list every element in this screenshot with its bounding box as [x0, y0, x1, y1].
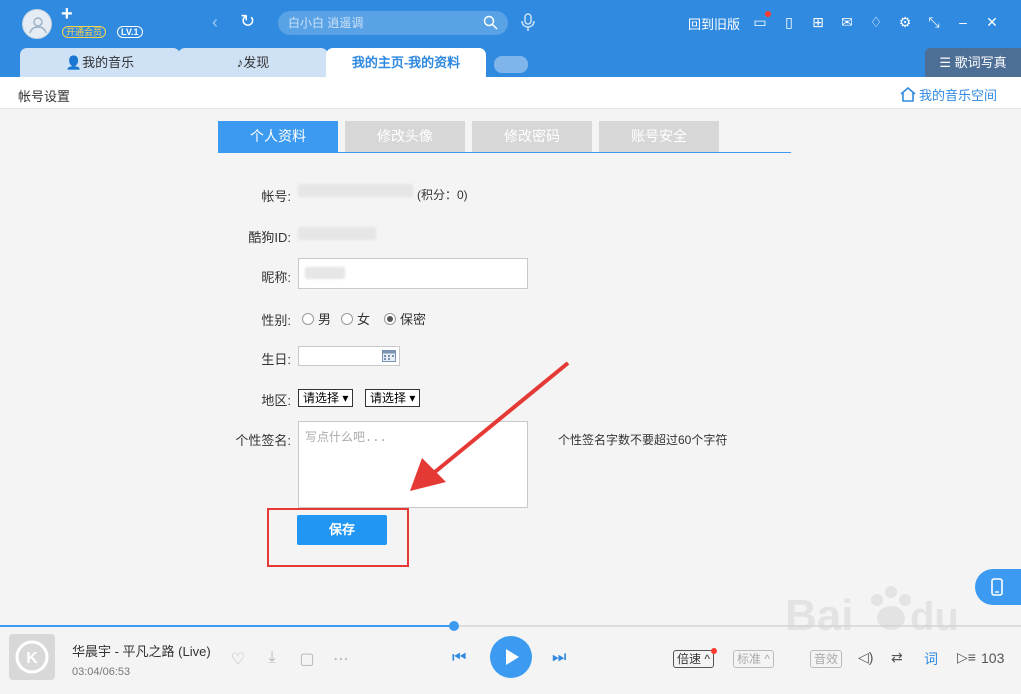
- tab-change-password[interactable]: 修改密码: [472, 121, 592, 152]
- user-avatar[interactable]: [22, 9, 52, 39]
- gender-secret-label: 保密: [400, 312, 427, 327]
- tab-label: 发现: [243, 55, 270, 70]
- speed-button[interactable]: 倍速 ^: [673, 648, 717, 668]
- gender-radio-group: 男 女 保密: [302, 309, 426, 328]
- user-silhouette-icon: [29, 17, 47, 34]
- add-icon[interactable]: +: [61, 3, 73, 25]
- mobile-sync-button[interactable]: [975, 569, 1021, 605]
- region-label: 地区:: [261, 393, 291, 408]
- calendar-icon[interactable]: [382, 349, 396, 362]
- vip-badge[interactable]: 开通会员: [62, 26, 107, 38]
- account-value-blurred: [298, 184, 413, 197]
- gender-female-radio[interactable]: [341, 312, 354, 325]
- gender-secret-radio[interactable]: [384, 312, 397, 325]
- tab-label: 我的主页-我的资料: [351, 55, 461, 70]
- search-placeholder: 白小白 逍遥调: [288, 16, 364, 30]
- settings-gear-icon[interactable]: ⚙: [897, 13, 913, 31]
- close-icon[interactable]: ✕: [984, 13, 1000, 31]
- person-icon: 👤: [65, 55, 83, 70]
- signature-label: 个性签名:: [235, 433, 291, 448]
- lyrics-icon: ☰: [939, 55, 951, 70]
- kugou-logo-icon: K: [15, 640, 49, 674]
- old-version-link[interactable]: 回到旧版: [688, 14, 740, 33]
- progress-fill: [0, 625, 455, 627]
- svg-text:K: K: [26, 650, 38, 667]
- microphone-icon[interactable]: [520, 12, 536, 32]
- home-icon: [900, 87, 916, 102]
- gender-female-label: 女: [357, 312, 371, 327]
- gender-label: 性别:: [261, 313, 291, 328]
- kugou-id-value-blurred: [298, 227, 376, 240]
- red-highlight-box: [267, 508, 409, 567]
- phone-icon: [991, 578, 1003, 596]
- nickname-input[interactable]: [298, 258, 528, 289]
- playlist-icon[interactable]: ▷≡: [957, 649, 976, 666]
- music-space-label: 我的音乐空间: [919, 88, 998, 103]
- lyrics-photo-label: 歌词写真: [954, 55, 1007, 70]
- gender-male-label: 男: [318, 312, 332, 327]
- signature-hint: 个性签名字数不要超过60个字符: [558, 433, 728, 447]
- tab-change-avatar[interactable]: 修改头像: [345, 121, 465, 152]
- song-time: 03:04/06:53: [72, 666, 131, 678]
- download-icon[interactable]: ⤓: [262, 649, 282, 667]
- tab-my-music[interactable]: 👤我的音乐: [20, 48, 180, 77]
- refresh-icon[interactable]: ↻: [240, 11, 255, 32]
- level-badge[interactable]: LV.1: [117, 26, 143, 38]
- tab-label: 我的音乐: [82, 55, 135, 70]
- tab-personal-info[interactable]: 个人资料: [218, 121, 338, 152]
- notification-dot: [765, 11, 771, 17]
- nickname-value-blurred: [305, 267, 345, 279]
- lyrics-photo-button[interactable]: ☰ 歌词写真: [925, 48, 1021, 77]
- sound-effect-button[interactable]: 音效: [810, 650, 843, 668]
- play-icon: [506, 649, 519, 665]
- birthday-label: 生日:: [261, 352, 291, 367]
- comment-icon[interactable]: ▢: [297, 649, 317, 668]
- quality-label: 标准: [737, 652, 762, 666]
- more-icon[interactable]: ⋯: [331, 649, 351, 668]
- lyrics-toggle[interactable]: 词: [924, 649, 938, 669]
- new-tab-button[interactable]: [494, 56, 528, 73]
- page-title: 帐号设置: [18, 89, 71, 104]
- play-button[interactable]: [490, 636, 532, 678]
- heart-icon[interactable]: ♡: [228, 649, 248, 668]
- title-bar: + 开通会员 LV.1 ‹ ↻ 白小白 逍遥调 回到旧版 ▭ ▯ ⊞ ✉ ♢ ⚙…: [0, 0, 1021, 77]
- next-track-icon[interactable]: ⏭: [552, 649, 566, 667]
- search-input[interactable]: 白小白 逍遥调: [278, 11, 508, 35]
- previous-track-icon[interactable]: ⏮: [452, 649, 466, 667]
- notification-dot: [710, 648, 717, 654]
- album-cover[interactable]: K: [9, 634, 55, 680]
- minimize-icon[interactable]: –: [955, 13, 971, 31]
- speed-label: 倍速: [677, 652, 702, 666]
- birthday-input[interactable]: [298, 346, 400, 366]
- tab-my-profile[interactable]: 我的主页-我的资料: [326, 48, 486, 77]
- account-label: 帐号:: [261, 189, 291, 204]
- breadcrumb-bar: 帐号设置 我的音乐空间: [0, 77, 1021, 109]
- gender-male-radio[interactable]: [302, 312, 314, 325]
- mini-mode-icon[interactable]: ⤡: [926, 13, 942, 31]
- mail-icon[interactable]: ✉: [839, 13, 855, 31]
- tab-discover[interactable]: ♪发现: [178, 48, 328, 77]
- volume-icon[interactable]: ◁): [858, 649, 873, 666]
- red-arrow-annotation: [410, 361, 570, 491]
- province-select[interactable]: 请选择 ▾: [298, 389, 354, 407]
- phone-icon[interactable]: ▯: [781, 13, 797, 31]
- skin-shirt-icon[interactable]: ♢: [868, 13, 884, 31]
- music-space-link[interactable]: 我的音乐空间: [900, 85, 997, 104]
- quality-button[interactable]: 标准 ^: [733, 650, 774, 668]
- apps-grid-icon[interactable]: ⊞: [810, 13, 826, 31]
- back-icon[interactable]: ‹: [212, 12, 218, 33]
- playlist-count: 103: [981, 650, 1005, 666]
- monitor-icon[interactable]: ▭: [752, 11, 771, 31]
- nickname-label: 昵称:: [261, 270, 291, 285]
- kugou-id-label: 酷狗ID:: [248, 230, 291, 245]
- score-text: (积分：0): [417, 188, 468, 202]
- profile-tabs: 个人资料 修改头像 修改密码 账号安全: [218, 121, 791, 153]
- tab-account-security[interactable]: 账号安全: [599, 121, 719, 152]
- search-icon[interactable]: [483, 15, 498, 30]
- song-title[interactable]: 华晨宇 - 平凡之路 (Live): [72, 641, 211, 660]
- loop-mode-icon[interactable]: ⇄: [891, 649, 903, 666]
